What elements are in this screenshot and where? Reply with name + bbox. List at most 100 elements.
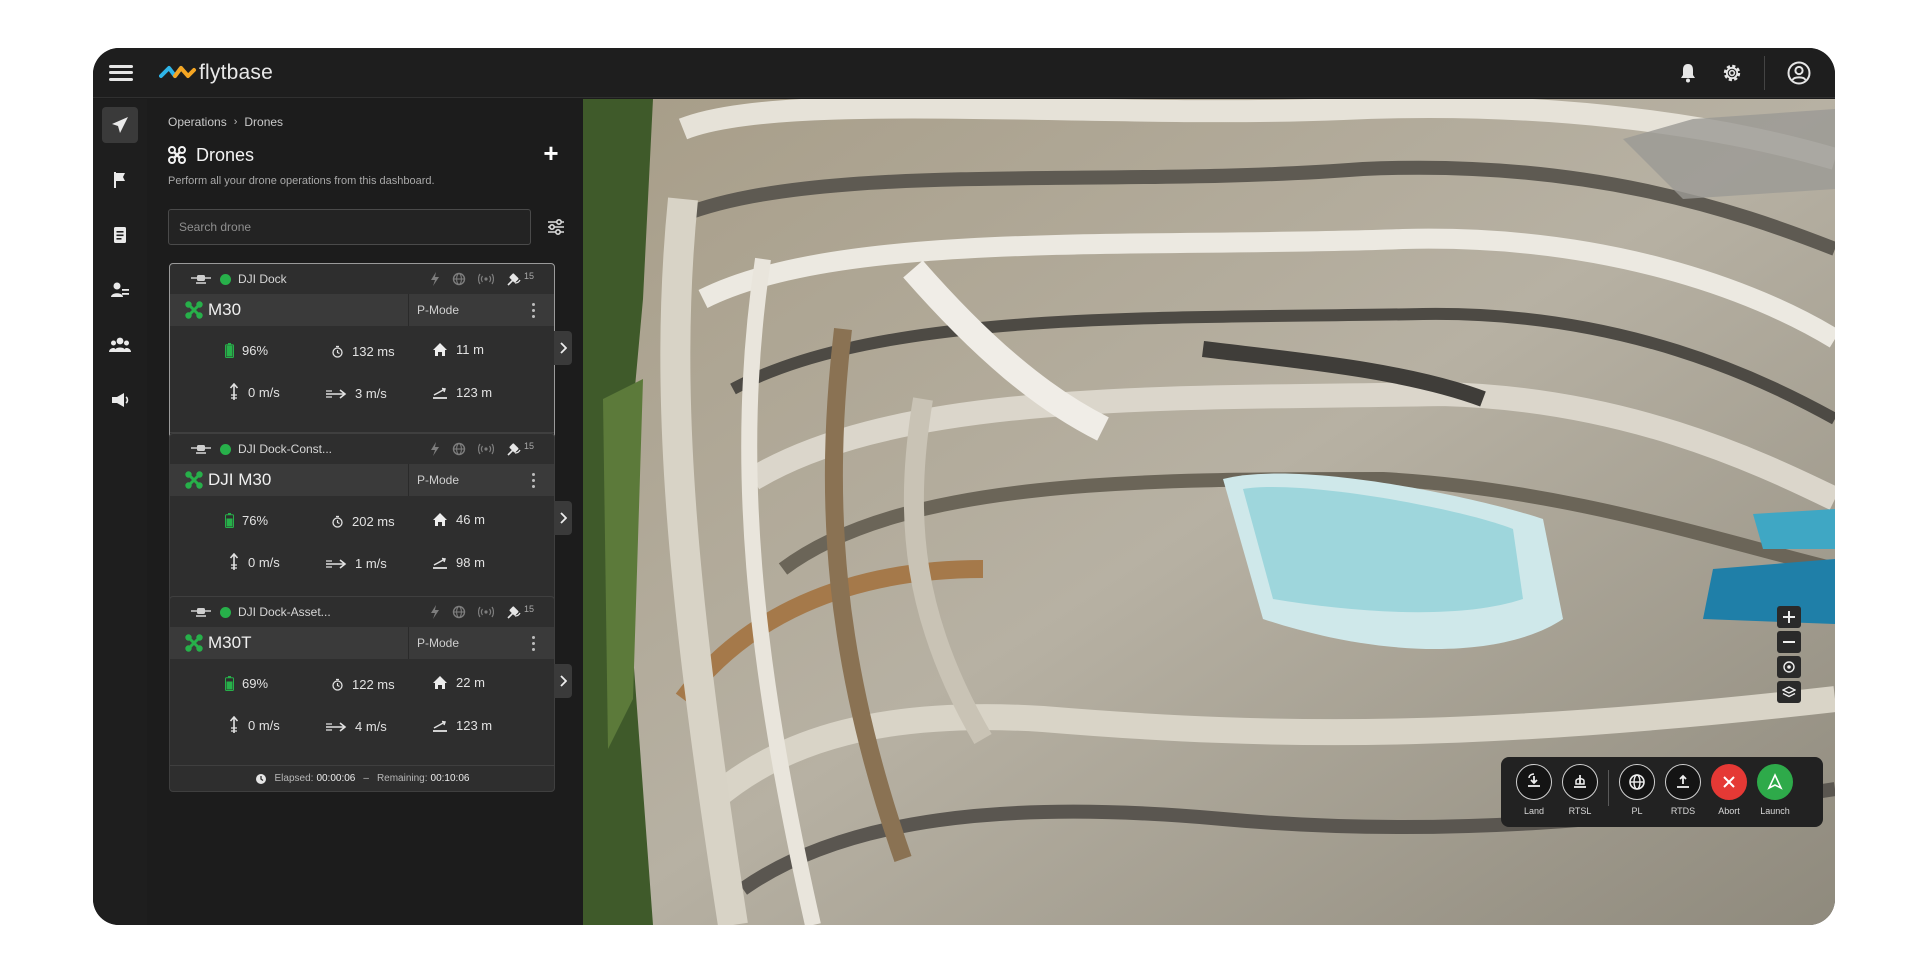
filter-sliders-icon[interactable]	[543, 213, 569, 241]
remaining-value: 00:10:06	[430, 773, 470, 784]
latency-value: 202 ms	[352, 514, 395, 529]
satellite-count: 15	[523, 604, 534, 614]
drone-icon[interactable]	[102, 107, 138, 143]
chevron-right-icon[interactable]	[554, 331, 572, 365]
hamburger-menu-icon[interactable]	[107, 62, 135, 84]
power-icon	[430, 442, 439, 456]
drone-status-icon	[185, 471, 203, 489]
report-icon[interactable]	[102, 217, 138, 253]
breadcrumb: Operations › Drones	[168, 115, 283, 129]
power-icon	[430, 272, 439, 286]
dock-status-dot	[220, 443, 231, 455]
top-bar: flytbase	[93, 48, 1835, 98]
logo: flytbase	[159, 61, 273, 85]
latency-stat: 132 ms	[331, 344, 395, 359]
dock-icon	[191, 608, 211, 617]
satellite-count: 15	[523, 271, 534, 281]
pl-button[interactable]: PL	[1614, 764, 1660, 816]
network-globe-icon	[452, 605, 466, 619]
more-options-icon[interactable]	[528, 634, 538, 652]
battery-value: 76%	[242, 513, 269, 528]
power-icon	[430, 605, 439, 619]
locate-icon[interactable]	[1777, 656, 1801, 678]
layers-icon[interactable]	[1777, 681, 1801, 703]
rtsl-button[interactable]: RTSL	[1557, 764, 1603, 816]
search-input[interactable]	[168, 209, 531, 245]
drone-card[interactable]: DJI Dock 15 M30 P-Mode 96% 132 ms 11 m 0 m/s 3 m…	[169, 263, 555, 459]
add-drone-button[interactable]: +	[539, 140, 563, 167]
settings-gear-icon[interactable]	[1710, 48, 1754, 98]
rtsl-label: RTSL	[1568, 806, 1592, 816]
user-settings-icon[interactable]	[102, 272, 138, 308]
dock-name: DJI Dock	[238, 272, 287, 286]
account-icon[interactable]	[1777, 48, 1821, 98]
land-button[interactable]: Land	[1511, 764, 1557, 816]
chevron-right-icon[interactable]	[554, 664, 572, 698]
clock-icon	[255, 773, 266, 784]
globe-icon	[1619, 764, 1655, 800]
flag-icon[interactable]	[102, 162, 138, 198]
battery-value: 69%	[242, 676, 269, 691]
zoom-out-icon[interactable]	[1777, 631, 1801, 653]
logo-text: flytbase	[199, 60, 273, 84]
breadcrumb-operations[interactable]: Operations	[168, 115, 227, 129]
flight-timer: Elapsed: 00:00:06– Remaining: 00:10:06	[170, 765, 554, 791]
satellite-icon	[507, 606, 521, 619]
horizontal-speed-value: 4 m/s	[355, 719, 387, 734]
satellite-icon	[507, 273, 521, 286]
rtds-button[interactable]: RTDS	[1660, 764, 1706, 816]
home-distance-value: 11 m	[456, 342, 484, 357]
altitude-stat: 123 m	[432, 718, 492, 733]
announcement-icon[interactable]	[102, 382, 138, 418]
more-options-icon[interactable]	[528, 301, 538, 319]
horizontal-speed-icon	[326, 558, 347, 569]
elapsed-value: 00:00:06	[316, 773, 356, 784]
home-distance-icon	[433, 343, 447, 356]
dock-name: DJI Dock-Const...	[238, 442, 333, 456]
more-options-icon[interactable]	[528, 471, 538, 489]
drone-name: M30T	[208, 633, 252, 652]
drone-quad-icon	[168, 146, 186, 164]
home-distance-value: 22 m	[456, 675, 485, 690]
altitude-icon	[433, 720, 447, 732]
rtds-icon	[1665, 764, 1701, 800]
notification-bell-icon[interactable]	[1666, 48, 1710, 98]
battery-stat: 69%	[225, 676, 268, 691]
signal-icon	[477, 443, 494, 455]
flight-mode: P-Mode	[408, 627, 518, 659]
dock-status-dot	[220, 273, 231, 285]
drone-status-icon	[185, 634, 203, 652]
home-distance-stat: 22 m	[432, 675, 485, 690]
elapsed-label: Elapsed:	[274, 773, 314, 784]
flight-action-bar: Land RTSL PL RTDS Abort Launch	[1501, 757, 1823, 827]
dock-icon	[191, 445, 211, 454]
latency-value: 132 ms	[352, 344, 395, 359]
altitude-stat: 123 m	[432, 385, 492, 400]
flytbase-logo-icon	[159, 65, 196, 78]
latency-timer-icon	[332, 515, 343, 528]
vertical-speed-stat: 0 m/s	[228, 383, 280, 401]
launch-button[interactable]: Launch	[1752, 764, 1798, 816]
map-view[interactable]: Land RTSL PL RTDS Abort Launch	[583, 99, 1835, 925]
chevron-right-icon: ›	[233, 116, 238, 128]
battery-icon	[225, 343, 234, 358]
team-icon[interactable]	[102, 327, 138, 363]
chevron-right-icon[interactable]	[554, 501, 572, 535]
abort-icon	[1711, 764, 1747, 800]
drone-card[interactable]: DJI Dock-Asset... 15 M30T P-Mode 69% 122 ms 22…	[169, 596, 555, 792]
battery-icon	[225, 513, 234, 528]
topbar-divider	[1764, 56, 1765, 90]
dock-icon	[191, 275, 211, 284]
latency-value: 122 ms	[352, 677, 395, 692]
dock-name: DJI Dock-Asset...	[238, 605, 331, 619]
altitude-value: 123 m	[456, 385, 493, 400]
flight-mode: P-Mode	[408, 294, 518, 326]
home-distance-value: 46 m	[456, 512, 485, 527]
satellite-icon	[507, 443, 521, 456]
network-globe-icon	[452, 442, 466, 456]
latency-stat: 202 ms	[331, 514, 395, 529]
altitude-icon	[433, 557, 447, 569]
zoom-in-icon[interactable]	[1777, 606, 1801, 628]
abort-button[interactable]: Abort	[1706, 764, 1752, 816]
horizontal-speed-icon	[326, 388, 347, 399]
